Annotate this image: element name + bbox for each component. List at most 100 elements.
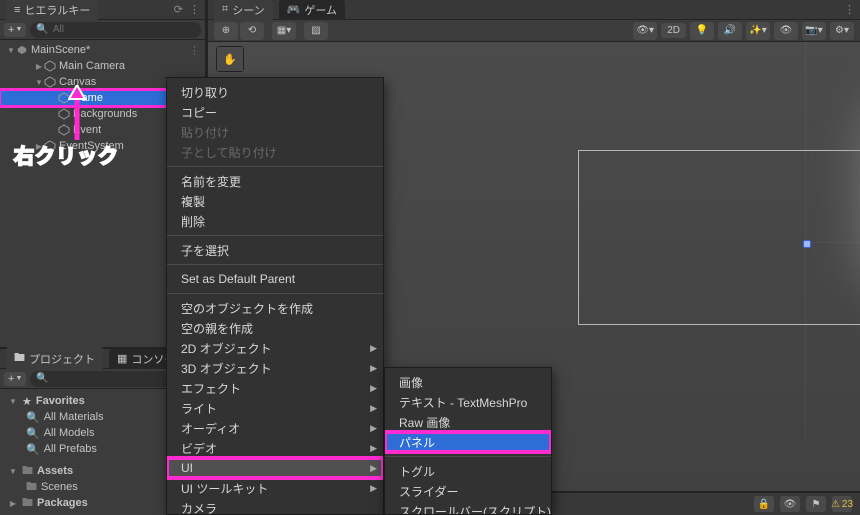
menu-item[interactable]: 削除 bbox=[167, 211, 383, 231]
submenu-arrow-icon: ▶ bbox=[370, 383, 377, 394]
submenu-item[interactable]: テキスト - TextMeshPro bbox=[385, 392, 551, 412]
submenu-arrow-icon: ▶ bbox=[370, 363, 377, 374]
menu-item[interactable]: UI ▶ bbox=[167, 458, 383, 478]
menu-item[interactable]: 子を選択 bbox=[167, 240, 383, 260]
menu-item[interactable]: 切り取り bbox=[167, 82, 383, 102]
local-toggle[interactable]: ⟲ bbox=[240, 22, 264, 40]
gizmo-toggle[interactable]: ⚙▾ bbox=[830, 22, 854, 40]
hierarchy-search-placeholder: All bbox=[53, 24, 64, 35]
menu-item-label: 2D オブジェクト bbox=[181, 340, 272, 357]
submenu-item[interactable]: パネル bbox=[385, 432, 551, 452]
menu-item-label: コピー bbox=[181, 104, 217, 121]
visibility-toggle[interactable]: 👁 bbox=[774, 22, 798, 40]
menu-item[interactable]: オーディオ▶ bbox=[167, 418, 383, 438]
menu-item-label: UI ツールキット bbox=[181, 480, 268, 497]
grid-snap-button[interactable]: ▦▾ bbox=[272, 22, 296, 40]
menu-item-label: カメラ bbox=[181, 500, 217, 515]
filter-icon[interactable]: ⚑ bbox=[806, 496, 826, 512]
menu-separator bbox=[167, 235, 383, 236]
menu-item[interactable]: 3D オブジェクト▶ bbox=[167, 358, 383, 378]
menu-item[interactable]: カメラ bbox=[167, 498, 383, 515]
context-menu[interactable]: 切り取りコピー貼り付け子として貼り付け名前を変更複製削除子を選択Set as D… bbox=[166, 77, 384, 515]
2d-toggle[interactable]: 2D bbox=[661, 23, 686, 38]
scene-name: MainScene* bbox=[31, 44, 90, 56]
expand-arrow-icon[interactable]: ▼ bbox=[34, 78, 44, 87]
expand-arrow-icon[interactable]: ▼ bbox=[8, 467, 18, 476]
submenu-item[interactable]: 画像 bbox=[385, 372, 551, 392]
visibility-icon[interactable]: 👁 bbox=[780, 496, 800, 512]
search-icon: 🔍 bbox=[26, 411, 40, 424]
search-icon: 🔍 bbox=[26, 427, 40, 440]
expand-arrow-icon[interactable]: ▶ bbox=[34, 62, 44, 71]
hierarchy-lock-icon[interactable]: ⟳ bbox=[174, 3, 183, 16]
menu-item-label: ビデオ bbox=[181, 440, 217, 457]
menu-item[interactable]: 空の親を作成 bbox=[167, 318, 383, 338]
lighting-toggle[interactable]: 💡 bbox=[690, 22, 714, 40]
search-icon: 🔍 bbox=[36, 373, 48, 384]
favorites-label: Favorites bbox=[36, 395, 85, 407]
menu-item[interactable]: UI ツールキット ▶ bbox=[167, 478, 383, 498]
submenu-item[interactable]: スクロールバー(スクリプト) bbox=[385, 501, 551, 515]
submenu-item[interactable]: Raw 画像 bbox=[385, 412, 551, 432]
hierarchy-search[interactable]: 🔍 All bbox=[30, 22, 201, 38]
menu-item[interactable]: 名前を変更 bbox=[167, 171, 383, 191]
ui-submenu[interactable]: 画像テキスト - TextMeshProRaw 画像パネルトグルスライダースクロ… bbox=[384, 367, 552, 515]
hand-tool[interactable]: ✋ bbox=[217, 47, 243, 71]
submenu-arrow-icon: ▶ bbox=[370, 463, 377, 474]
hierarchy-menu-icon[interactable]: ⋮ bbox=[189, 3, 199, 16]
menu-item[interactable]: 2D オブジェクト▶ bbox=[167, 338, 383, 358]
menu-item[interactable]: エフェクト▶ bbox=[167, 378, 383, 398]
draw-mode-button[interactable]: 👁▾ bbox=[633, 22, 657, 40]
lock-icon[interactable]: 🔒 bbox=[754, 496, 774, 512]
warning-badge[interactable]: ⚠23 bbox=[832, 496, 852, 512]
menu-item: 子として貼り付け bbox=[167, 142, 383, 162]
scene-tab-bar: ⌗ シーン 🎮 ゲーム ⋮ bbox=[208, 0, 860, 20]
submenu-arrow-icon: ▶ bbox=[370, 483, 377, 494]
hierarchy-tab[interactable]: ≡ ヒエラルキー bbox=[6, 0, 98, 20]
hierarchy-row[interactable]: ▶ Main Camera bbox=[0, 58, 205, 74]
hierarchy-tab-bar: ≡ ヒエラルキー ⟳ ⋮ bbox=[0, 0, 205, 20]
tool-overlay: ✋ bbox=[216, 46, 244, 72]
fx-toggle[interactable]: ✨▾ bbox=[746, 22, 770, 40]
menu-separator bbox=[167, 264, 383, 265]
packages-label: Packages bbox=[37, 497, 88, 509]
folder-icon: 🖿 bbox=[14, 349, 25, 368]
menu-item[interactable]: コピー bbox=[167, 102, 383, 122]
hierarchy-create-button[interactable]: +▼ bbox=[4, 23, 26, 37]
submenu-item[interactable]: スライダー bbox=[385, 481, 551, 501]
submenu-arrow-icon: ▶ bbox=[370, 403, 377, 414]
menu-item-label: Set as Default Parent bbox=[181, 272, 295, 286]
pivot-toggle[interactable]: ⊕ bbox=[214, 22, 238, 40]
project-tab-label: プロジェクト bbox=[29, 351, 95, 367]
submenu-item[interactable]: トグル bbox=[385, 461, 551, 481]
scene-tab-menu-icon[interactable]: ⋮ bbox=[844, 3, 854, 16]
camera-settings-button[interactable]: 📷▾ bbox=[802, 22, 826, 40]
hierarchy-icon: ≡ bbox=[14, 4, 20, 16]
menu-item[interactable]: 空のオブジェクトを作成 bbox=[167, 298, 383, 318]
menu-item[interactable]: ライト▶ bbox=[167, 398, 383, 418]
assets-label: Assets bbox=[37, 465, 73, 477]
scene-row-menu-icon[interactable]: ⋮ bbox=[189, 44, 199, 57]
menu-item-label: UI bbox=[181, 461, 193, 475]
expand-arrow-icon[interactable]: ▼ bbox=[6, 46, 16, 55]
menu-item-label: 名前を変更 bbox=[181, 173, 241, 190]
submenu-item-label: トグル bbox=[399, 463, 435, 480]
expand-arrow-icon[interactable]: ▶ bbox=[8, 499, 18, 508]
menu-item[interactable]: ビデオ▶ bbox=[167, 438, 383, 458]
camera-gizmo-icon[interactable] bbox=[800, 237, 812, 249]
menu-item[interactable]: 複製 bbox=[167, 191, 383, 211]
game-tab[interactable]: 🎮 ゲーム bbox=[279, 0, 345, 20]
menu-item[interactable]: Set as Default Parent bbox=[167, 269, 383, 289]
canvas-rect-outline[interactable] bbox=[578, 150, 860, 325]
scene-tab[interactable]: ⌗ シーン bbox=[214, 0, 273, 20]
hierarchy-row-label: Main Camera bbox=[59, 60, 125, 72]
favorite-label: All Models bbox=[44, 427, 95, 439]
menu-item-label: 子を選択 bbox=[181, 242, 229, 259]
snap-increment-button[interactable]: ▨ bbox=[304, 22, 328, 40]
project-tab[interactable]: 🖿 プロジェクト bbox=[6, 347, 103, 370]
scene-tab-label: シーン bbox=[232, 2, 264, 18]
project-create-button[interactable]: +▼ bbox=[4, 372, 26, 386]
audio-toggle[interactable]: 🔊 bbox=[718, 22, 742, 40]
scene-row[interactable]: ▼ MainScene* ⋮ bbox=[0, 42, 205, 58]
expand-arrow-icon[interactable]: ▼ bbox=[8, 397, 18, 406]
